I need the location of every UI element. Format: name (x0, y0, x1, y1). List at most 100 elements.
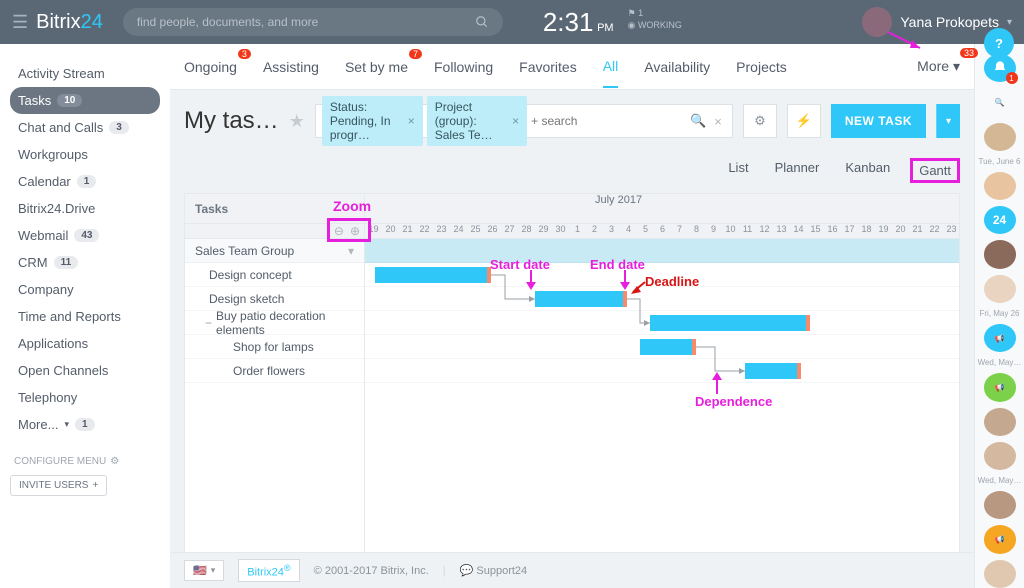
tab-assisting[interactable]: Assisting (263, 47, 319, 87)
gantt-bar[interactable] (745, 363, 801, 379)
nav-crm[interactable]: CRM11 (10, 249, 160, 276)
megaphone-icon[interactable]: 📢 (984, 324, 1016, 352)
nav-time-reports[interactable]: Time and Reports (10, 303, 160, 330)
nav-drive[interactable]: Bitrix24.Drive (10, 195, 160, 222)
configure-menu[interactable]: CONFIGURE MENU ⚙ (10, 456, 160, 467)
contact-avatar[interactable] (984, 442, 1016, 470)
day-cell: 5 (637, 224, 654, 239)
contact-avatar[interactable] (984, 240, 1016, 268)
contact-avatar[interactable] (984, 408, 1016, 436)
gantt-task-row[interactable]: Order flowers (185, 359, 364, 383)
new-task-dropdown[interactable]: ▾ (936, 104, 960, 138)
chevron-down-icon: ▾ (1007, 17, 1012, 28)
search-placeholder: find people, documents, and more (137, 15, 318, 29)
global-search[interactable]: find people, documents, and more (123, 8, 503, 36)
gantt-bar[interactable] (375, 267, 491, 283)
view-list[interactable]: List (722, 158, 754, 183)
day-cell: 20 (892, 224, 909, 239)
gear-icon: ⚙ (754, 113, 766, 129)
contact-avatar[interactable] (984, 275, 1016, 303)
tab-following[interactable]: Following (434, 47, 493, 87)
day-cell: 12 (756, 224, 773, 239)
nav-activity-stream[interactable]: Activity Stream (10, 60, 160, 87)
powered-by[interactable]: Bitrix24® (238, 559, 299, 583)
clear-icon[interactable]: × (714, 114, 722, 129)
tab-setbyme[interactable]: Set by me7 (345, 47, 408, 87)
right-rail: 1 🔍 Tue, June 6 24 Fri, May 26 📢 Wed, Ma… (974, 44, 1024, 588)
nav-more[interactable]: More... ▾ 1 (10, 411, 160, 438)
tab-all[interactable]: All (603, 46, 619, 88)
bolt-button[interactable]: ⚡ (787, 104, 821, 138)
contact-avatar[interactable] (984, 560, 1016, 588)
day-cell: 2 (586, 224, 603, 239)
logo-accent: 24 (81, 11, 103, 33)
gantt-task-row[interactable]: Design concept (185, 263, 364, 287)
gantt-group-row (365, 239, 959, 263)
new-task-button[interactable]: NEW TASK (831, 104, 926, 138)
gantt-task-row[interactable]: Shop for lamps (185, 335, 364, 359)
nav-chat[interactable]: Chat and Calls3 (10, 114, 160, 141)
megaphone-icon[interactable]: 📢 (984, 525, 1016, 553)
filter-chip-project[interactable]: Project (group): Sales Te…× (427, 96, 527, 146)
settings-button[interactable]: ⚙ (743, 104, 777, 138)
notifications-button[interactable]: 1 (984, 54, 1016, 82)
tab-favorites[interactable]: Favorites (519, 47, 577, 87)
plus-icon: + (92, 480, 98, 491)
contact-avatar[interactable] (984, 172, 1016, 200)
day-cell: 23 (943, 224, 959, 239)
gantt-bar[interactable] (640, 339, 696, 355)
nav-calendar[interactable]: Calendar1 (10, 168, 160, 195)
search-rail-button[interactable]: 🔍 (984, 88, 1016, 116)
tab-ongoing[interactable]: Ongoing3 (184, 47, 237, 87)
bell-icon (992, 60, 1008, 76)
chip-close-icon[interactable]: × (512, 114, 519, 128)
day-cell: 19 (875, 224, 892, 239)
nav-open-channels[interactable]: Open Channels (10, 357, 160, 384)
gear-icon: ⚙ (110, 456, 119, 467)
clock-count: 1 (638, 8, 643, 18)
day-cell: 11 (739, 224, 756, 239)
b24-icon[interactable]: 24 (984, 206, 1016, 234)
nav-company[interactable]: Company (10, 276, 160, 303)
filter-chip-status[interactable]: Status: Pending, In progr…× (322, 96, 423, 146)
view-gantt[interactable]: Gantt (910, 158, 960, 183)
rail-date: Wed, May… (978, 476, 1022, 485)
contact-avatar[interactable] (984, 491, 1016, 519)
help-button[interactable]: ? (984, 28, 1014, 58)
clock[interactable]: 2:31 PM ⚑ 1 ◉ WORKING (543, 7, 682, 38)
gantt-task-row[interactable]: Design sketch (185, 287, 364, 311)
search-icon[interactable]: 🔍 (690, 113, 706, 129)
tab-availability[interactable]: Availability (644, 47, 710, 87)
day-cell: 10 (722, 224, 739, 239)
day-cell: 25 (467, 224, 484, 239)
gantt-bar[interactable] (535, 291, 627, 307)
support-link[interactable]: 💬 Support24 (460, 564, 528, 577)
tab-projects[interactable]: Projects (736, 47, 787, 87)
hamburger-icon[interactable]: ☰ (12, 12, 28, 33)
view-planner[interactable]: Planner (769, 158, 826, 183)
help-label: ? (995, 36, 1003, 51)
chip-close-icon[interactable]: × (408, 114, 415, 128)
invite-users-button[interactable]: INVITE USERS + (10, 475, 107, 496)
contact-avatar[interactable] (984, 123, 1016, 151)
nav-telephony[interactable]: Telephony (10, 384, 160, 411)
gantt-bar[interactable] (650, 315, 810, 331)
nav-webmail[interactable]: Webmail43 (10, 222, 160, 249)
nav-tasks[interactable]: Tasks10 (10, 87, 160, 114)
nav-workgroups[interactable]: Workgroups (10, 141, 160, 168)
language-switch[interactable]: 🇺🇸 ▾ (184, 560, 224, 581)
filter-search[interactable]: Status: Pending, In progr…× Project (gro… (315, 104, 733, 138)
arrow-icon (629, 280, 649, 298)
day-cell: 15 (807, 224, 824, 239)
gantt-group[interactable]: Sales Team Group▾ (185, 239, 364, 263)
gantt-task-row[interactable]: −Buy patio decoration elements (185, 311, 364, 335)
chevron-down-icon: ▾ (348, 244, 354, 258)
megaphone-icon[interactable]: 📢 (984, 373, 1016, 401)
nav-applications[interactable]: Applications (10, 330, 160, 357)
view-switcher: List Planner Kanban Gantt (170, 152, 974, 193)
arrow-icon (523, 270, 543, 294)
star-icon[interactable]: ★ (289, 111, 305, 132)
view-kanban[interactable]: Kanban (839, 158, 896, 183)
day-cell: 3 (603, 224, 620, 239)
filter-input[interactable] (531, 114, 686, 128)
